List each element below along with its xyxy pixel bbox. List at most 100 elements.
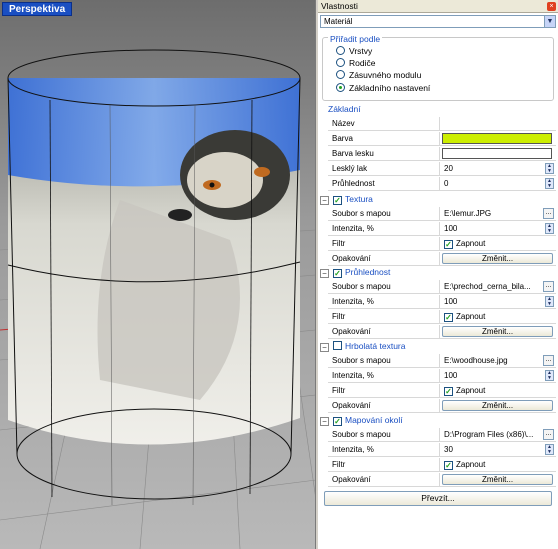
transparency-value[interactable]: 0: [444, 179, 448, 188]
spinner-icon[interactable]: ▲ ▼: [545, 296, 554, 307]
bump-filter-row: Filtr ✓ Zapnout: [328, 384, 556, 398]
filter-label: Filtr: [328, 384, 440, 397]
change-button[interactable]: Změnit...: [442, 253, 553, 264]
change-button[interactable]: Změnit...: [442, 474, 553, 485]
checkbox-icon[interactable]: ✓: [444, 387, 453, 396]
collapse-icon[interactable]: −: [320, 269, 329, 278]
section-environment[interactable]: − ✓ Mapování okolí: [320, 414, 556, 427]
file-label: Soubor s mapou: [328, 280, 440, 293]
name-label: Název: [328, 117, 440, 130]
environment-intensity-row: Intenzita, % 30 ▲ ▼: [328, 443, 556, 457]
category-value: Materiál: [324, 17, 353, 26]
gloss-color-swatch[interactable]: [442, 148, 552, 159]
spinner-icon[interactable]: ▲ ▼: [545, 163, 554, 174]
repeat-label: Opakování: [328, 473, 440, 486]
spinner-icon[interactable]: ▲ ▼: [545, 178, 554, 189]
chevron-down-icon[interactable]: ▼: [544, 16, 555, 27]
section-bump[interactable]: − Hrbolatá textura: [320, 340, 556, 353]
filter-value: Zapnout: [456, 460, 486, 469]
category-select[interactable]: Materiál ▼: [320, 15, 556, 28]
intensity-label: Intenzita, %: [328, 222, 440, 235]
intensity-value[interactable]: 100: [444, 297, 457, 306]
radio-parent[interactable]: Rodiče: [336, 58, 375, 69]
take-over-button[interactable]: Převzít...: [324, 491, 552, 506]
file-path[interactable]: E:\lemur.JPG: [444, 209, 491, 218]
transparency-row: Průhlednost 0 ▲ ▼: [328, 177, 556, 191]
intensity-value[interactable]: 30: [444, 445, 453, 454]
gloss-row: Lesklý lak 20 ▲ ▼: [328, 162, 556, 176]
intensity-label: Intenzita, %: [328, 443, 440, 456]
name-field[interactable]: [440, 117, 556, 130]
transparency-repeat-row: Opakování Změnit...: [328, 325, 556, 339]
radio-icon[interactable]: [336, 58, 345, 67]
file-label: Soubor s mapou: [328, 207, 440, 220]
browse-button[interactable]: ...: [543, 429, 554, 440]
intensity-value[interactable]: 100: [444, 224, 457, 233]
basic-section-label: Základní: [328, 104, 361, 114]
section-title: Mapování okolí: [345, 415, 403, 425]
checkbox-icon[interactable]: ✓: [333, 196, 342, 205]
gloss-color-label: Barva lesku: [328, 147, 440, 160]
radio-icon[interactable]: [336, 46, 345, 55]
radio-layers[interactable]: Vrstvy: [336, 46, 372, 57]
browse-button[interactable]: ...: [543, 208, 554, 219]
radio-label: Rodiče: [349, 58, 376, 68]
environment-filter-row: Filtr ✓ Zapnout: [328, 458, 556, 472]
checkbox-icon[interactable]: ✓: [333, 269, 342, 278]
close-icon[interactable]: ×: [547, 2, 556, 11]
assign-group-label: Přiřadit podle: [328, 34, 383, 44]
checkbox-icon[interactable]: ✓: [333, 417, 342, 426]
texture-repeat-row: Opakování Změnit...: [328, 252, 556, 266]
change-button[interactable]: Změnit...: [442, 326, 553, 337]
color-row: Barva: [328, 132, 556, 146]
filter-value: Zapnout: [456, 239, 486, 248]
intensity-value[interactable]: 100: [444, 371, 457, 380]
file-label: Soubor s mapou: [328, 428, 440, 441]
collapse-icon[interactable]: −: [320, 417, 329, 426]
collapse-icon[interactable]: −: [320, 196, 329, 205]
file-path[interactable]: D:\Program Files (x86)\...: [444, 430, 533, 439]
file-path[interactable]: E:\prechod_cerna_bila...: [444, 282, 531, 291]
transparency-file-row: Soubor s mapou E:\prechod_cerna_bila.....…: [328, 280, 556, 294]
texture-file-row: Soubor s mapou E:\lemur.JPG...: [328, 207, 556, 221]
change-button[interactable]: Změnit...: [442, 400, 553, 411]
radio-icon[interactable]: [336, 83, 345, 92]
spinner-icon[interactable]: ▲ ▼: [545, 370, 554, 381]
checkbox-icon[interactable]: ✓: [444, 240, 453, 249]
color-swatch[interactable]: [442, 133, 552, 144]
checkbox-icon[interactable]: [333, 341, 342, 350]
perspective-viewport[interactable]: Perspektiva: [0, 0, 316, 549]
environment-file-row: Soubor s mapou D:\Program Files (x86)\...…: [328, 428, 556, 442]
section-title: Hrbolatá textura: [345, 341, 406, 351]
environment-repeat-row: Opakování Změnit...: [328, 473, 556, 487]
bump-repeat-row: Opakování Změnit...: [328, 399, 556, 413]
browse-button[interactable]: ...: [543, 281, 554, 292]
gloss-value[interactable]: 20: [444, 164, 453, 173]
radio-label: Zásuvného modulu: [349, 70, 422, 80]
transparency-filter-row: Filtr ✓ Zapnout: [328, 310, 556, 324]
filter-value: Zapnout: [456, 312, 486, 321]
filter-label: Filtr: [328, 310, 440, 323]
filter-label: Filtr: [328, 237, 440, 250]
browse-button[interactable]: ...: [543, 355, 554, 366]
file-label: Soubor s mapou: [328, 354, 440, 367]
gloss-label: Lesklý lak: [328, 162, 440, 175]
collapse-icon[interactable]: −: [320, 343, 329, 352]
section-texture[interactable]: − ✓ Textura: [320, 193, 556, 206]
checkbox-icon[interactable]: ✓: [444, 461, 453, 470]
file-path[interactable]: E:\woodhouse.jpg: [444, 356, 508, 365]
filter-label: Filtr: [328, 458, 440, 471]
name-row: Název: [328, 117, 556, 131]
gloss-color-row: Barva lesku: [328, 147, 556, 161]
spinner-icon[interactable]: ▲ ▼: [545, 444, 554, 455]
section-transparency[interactable]: − ✓ Průhlednost: [320, 266, 556, 279]
texture-filter-row: Filtr ✓ Zapnout: [328, 237, 556, 251]
viewport-title[interactable]: Perspektiva: [2, 2, 73, 16]
radio-default[interactable]: Základního nastavení: [336, 83, 430, 94]
properties-panel: Vlastnosti × Materiál ▼ Přiřadit podle V…: [318, 0, 558, 549]
radio-icon[interactable]: [336, 70, 345, 79]
bump-intensity-row: Intenzita, % 100 ▲ ▼: [328, 369, 556, 383]
spinner-icon[interactable]: ▲ ▼: [545, 223, 554, 234]
radio-plugin[interactable]: Zásuvného modulu: [336, 70, 421, 81]
checkbox-icon[interactable]: ✓: [444, 313, 453, 322]
